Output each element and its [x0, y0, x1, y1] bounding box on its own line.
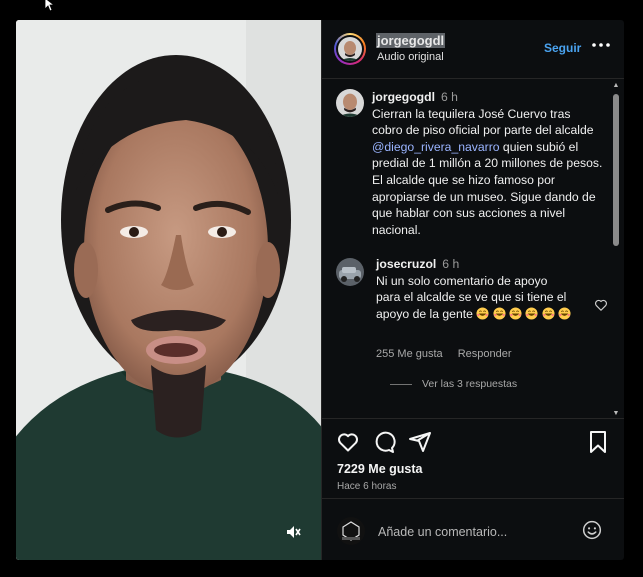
heart-icon[interactable]	[336, 430, 360, 454]
caption-text: jorgegogdl 6 h Cierran la tequilera José …	[372, 89, 604, 238]
post-details-panel: jorgegogdl Audio original Seguir jorgego…	[321, 20, 624, 560]
comment-text: josecruzol 6 h Ni un solo comentario de a…	[376, 256, 574, 324]
mute-icon	[287, 526, 301, 538]
author-avatar-image	[338, 37, 362, 61]
comments-scrollbar[interactable]: ▲ ▼	[612, 82, 620, 418]
comment-username[interactable]: josecruzol	[376, 257, 436, 271]
emoji-icon[interactable]	[582, 520, 602, 540]
reel-video[interactable]	[16, 20, 321, 560]
author-username[interactable]: jorgegogdl	[376, 33, 446, 48]
laugh-emoji-icon	[509, 307, 522, 325]
caption-username[interactable]: jorgegogdl	[372, 90, 435, 104]
replies-divider	[390, 383, 412, 385]
mute-button[interactable]	[285, 524, 307, 546]
add-comment-bar	[322, 498, 624, 560]
caption-body-1: Cierran la tequilera José Cuervo tras co…	[372, 106, 594, 138]
comment-time: 6 h	[442, 257, 460, 271]
scroll-up-arrow-icon[interactable]: ▲	[612, 82, 620, 90]
comment-input[interactable]	[376, 521, 580, 543]
view-replies-button[interactable]: Ver las 3 respuestas	[390, 378, 517, 390]
laugh-emoji-icon	[525, 307, 539, 325]
scrollbar-thumb[interactable]	[613, 94, 619, 246]
comment-likes[interactable]: 255 Me gusta	[376, 348, 443, 360]
bookmark-icon[interactable]	[586, 430, 610, 454]
cursor-icon	[44, 0, 56, 12]
laugh-emoji-icon	[493, 307, 506, 325]
likes-count[interactable]: 7229 Me gusta	[337, 462, 422, 476]
video-frame	[16, 20, 321, 560]
laugh-emoji-icon	[542, 307, 555, 325]
post-modal: jorgegogdl Audio original Seguir jorgego…	[16, 20, 624, 560]
post-timestamp: Hace 6 horas	[337, 481, 397, 492]
commenter-avatar[interactable]	[336, 258, 364, 286]
caption-mention[interactable]: @diego_rivera_navarro	[372, 140, 500, 154]
share-icon[interactable]	[408, 430, 432, 454]
caption-body-2: quien subió el predial de 1 millón a 20 …	[372, 139, 603, 237]
reply-button[interactable]: Responder	[458, 348, 512, 360]
comment-icon[interactable]	[372, 430, 396, 454]
laugh-emoji-icon	[476, 307, 489, 325]
author-avatar[interactable]	[334, 33, 366, 65]
comment-body: Ni un solo comentario de apoyo para el a…	[376, 273, 567, 321]
comment-like-heart-icon[interactable]	[594, 298, 608, 312]
current-user-avatar	[337, 517, 365, 545]
comment-meta: 255 Me gusta Responder	[376, 348, 524, 360]
view-replies-label: Ver las 3 respuestas	[422, 378, 518, 390]
follow-button[interactable]: Seguir	[544, 41, 581, 55]
audio-label[interactable]: Audio original	[377, 51, 444, 63]
more-icon[interactable]	[591, 38, 611, 52]
caption-avatar[interactable]	[336, 89, 364, 117]
scroll-down-arrow-icon[interactable]: ▼	[612, 410, 620, 418]
post-actions: 7229 Me gusta Hace 6 horas	[322, 418, 624, 499]
laugh-emoji-icon	[558, 307, 571, 325]
comments-list[interactable]: jorgegogdl 6 h Cierran la tequilera José …	[322, 79, 624, 418]
post-header: jorgegogdl Audio original Seguir	[322, 20, 624, 79]
caption-time: 6 h	[440, 90, 458, 104]
